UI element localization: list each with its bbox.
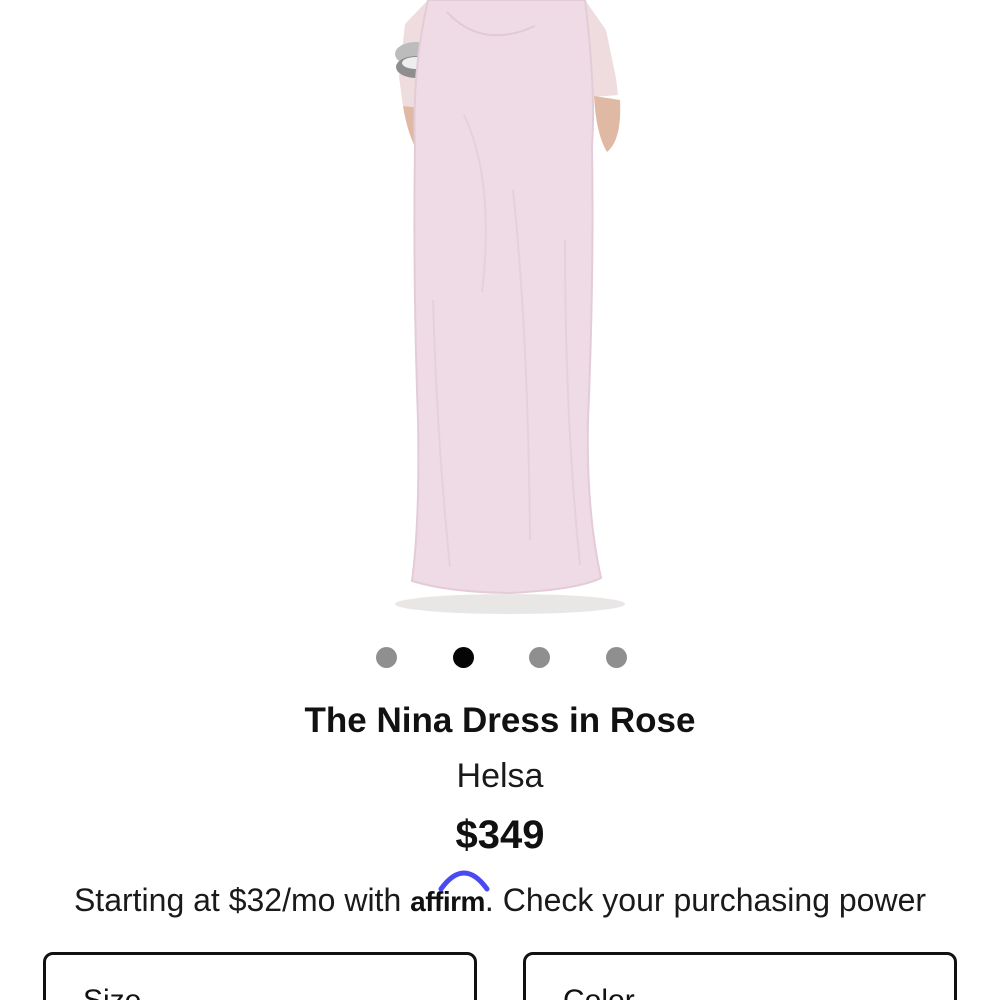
carousel-dots (0, 647, 1000, 669)
product-title: The Nina Dress in Rose (304, 701, 696, 740)
size-selector[interactable]: Size (43, 952, 477, 1000)
carousel-dot-2-active[interactable] (453, 647, 474, 668)
affirm-logo[interactable]: affirm (410, 870, 490, 925)
carousel-dot-1[interactable] (376, 647, 397, 668)
financing-message: Starting at $32/mo with affirm . Check y… (0, 870, 1000, 925)
color-label: Color (563, 983, 635, 1000)
brand-name[interactable]: Helsa (0, 753, 1000, 799)
purchasing-power-link[interactable]: . Check your purchasing power (485, 882, 926, 918)
financing-prefix: Starting at $32/mo with (73, 882, 402, 918)
affirm-arc-icon (438, 870, 490, 892)
dress-image (0, 0, 1000, 625)
product-image[interactable] (0, 0, 1000, 625)
product-page: The Nina Dress in Rose Helsa $349 Starti… (0, 0, 1000, 1000)
product-price: $349 (455, 813, 545, 857)
size-label: Size (83, 983, 141, 1000)
color-selector[interactable]: Color (523, 952, 957, 1000)
carousel-dot-4[interactable] (606, 647, 627, 668)
carousel-dot-3[interactable] (529, 647, 550, 668)
